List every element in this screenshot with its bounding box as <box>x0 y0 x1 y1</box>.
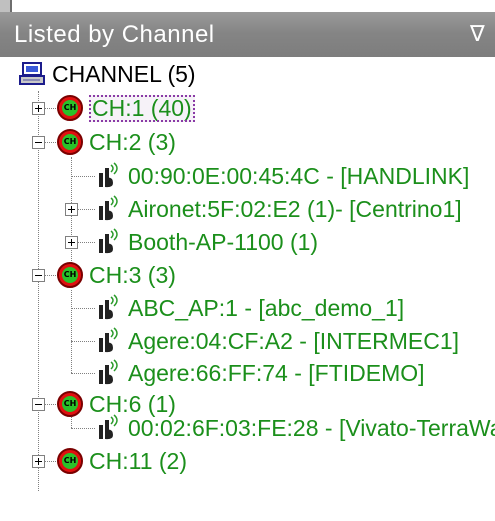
channel-label-ch3: CH:3 (3) <box>89 261 176 288</box>
channel-label-ch1: CH:1 (40) <box>89 94 195 122</box>
channel-row-ch2[interactable]: CH CH:2 (3) <box>57 125 176 159</box>
access-point-icon <box>99 195 118 221</box>
access-point-icon <box>99 228 118 254</box>
channel-tree[interactable]: CHANNEL (5) CH CH:1 (40) CH CH:2 (3) 00:… <box>0 57 495 521</box>
channel-icon: CH <box>57 95 83 121</box>
ch3-child1-connector <box>71 308 95 309</box>
channel-icon: CH <box>57 448 83 474</box>
ap-expand-toggle[interactable] <box>65 203 78 216</box>
ap-label: 00:02:6F:03:FE:28 - [Vivato-TerraWav <box>128 414 495 441</box>
channel-icon: CH <box>57 391 83 417</box>
ch3-child3-connector <box>71 373 95 374</box>
channel-label-ch11: CH:11 (2) <box>89 447 187 474</box>
ap-row[interactable]: ABC_AP:1 - [abc_demo_1] <box>96 291 404 325</box>
channel-panel: Listed by Channel ∇ CHANNEL (5) CH CH:1 … <box>0 0 495 521</box>
channel-label-ch2: CH:2 (3) <box>89 128 176 155</box>
ap-row[interactable]: Booth-AP-1100 (1) <box>96 225 318 259</box>
ap-row[interactable]: Agere:66:FF:74 - [FTIDEMO] <box>96 356 425 390</box>
panel-title: Listed by Channel <box>14 21 215 48</box>
ap-row[interactable]: 00:02:6F:03:FE:28 - [Vivato-TerraWav <box>96 411 495 445</box>
panel-menu-dropdown-icon[interactable]: ∇ <box>470 21 485 47</box>
access-point-icon <box>99 327 118 353</box>
ch2-child1-connector <box>71 176 95 177</box>
ch3-branch-line <box>71 290 72 373</box>
channel-icon: CH <box>57 262 83 288</box>
access-point-icon <box>99 359 118 385</box>
ap-row[interactable]: Agere:04:CF:A2 - [INTERMEC1] <box>96 324 459 358</box>
ap-expand-toggle[interactable] <box>65 236 78 249</box>
access-point-icon <box>99 414 118 440</box>
channel-row-ch1[interactable]: CH CH:1 (40) <box>57 91 195 125</box>
ch11-expand-toggle[interactable] <box>32 455 45 468</box>
channel-icon: CH <box>57 129 83 155</box>
tree-trunk-line <box>38 91 39 491</box>
ap-label: Agere:66:FF:74 - [FTIDEMO] <box>128 359 425 386</box>
tree-root[interactable]: CHANNEL (5) <box>18 57 196 91</box>
ch3-collapse-toggle[interactable] <box>32 269 45 282</box>
ap-row[interactable]: 00:90:0E:00:45:4C - [HANDLINK] <box>96 159 469 193</box>
ap-label: ABC_AP:1 - [abc_demo_1] <box>128 294 405 321</box>
ap-label: Booth-AP-1100 (1) <box>128 228 319 255</box>
ch6-collapse-toggle[interactable] <box>32 398 45 411</box>
network-icon <box>19 62 45 85</box>
channel-row-ch11[interactable]: CH CH:11 (2) <box>57 444 187 478</box>
panel-titlebar: Listed by Channel ∇ <box>0 12 495 57</box>
ch6-child1-connector <box>71 428 95 429</box>
access-point-icon <box>99 294 118 320</box>
ap-label: 00:90:0E:00:45:4C - [HANDLINK] <box>128 162 470 189</box>
channel-row-ch3[interactable]: CH CH:3 (3) <box>57 258 176 292</box>
access-point-icon <box>99 162 118 188</box>
ap-label: Agere:04:CF:A2 - [INTERMEC1] <box>128 327 460 354</box>
ch1-expand-toggle[interactable] <box>32 102 45 115</box>
tree-root-label: CHANNEL (5) <box>52 60 196 87</box>
ch2-collapse-toggle[interactable] <box>32 136 45 149</box>
ch3-child2-connector <box>71 341 95 342</box>
ap-label: Aironet:5F:02:E2 (1)- [Centrino1] <box>128 195 462 222</box>
ap-row[interactable]: Aironet:5F:02:E2 (1)- [Centrino1] <box>96 192 462 226</box>
